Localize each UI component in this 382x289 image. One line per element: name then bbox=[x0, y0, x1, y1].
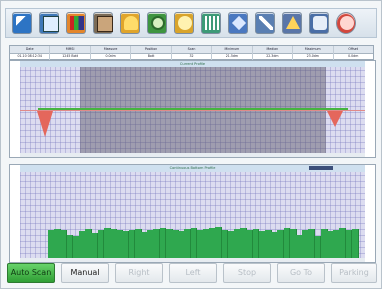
bottom-profile-chart: Continuous Bottom Profile bbox=[9, 164, 376, 263]
diamond-arrow-icon[interactable] bbox=[228, 12, 248, 34]
warning-icon[interactable] bbox=[282, 12, 302, 34]
top-profile-chart: Current Profile bbox=[9, 60, 376, 158]
info-col-offset: Offset bbox=[348, 47, 358, 51]
bottom-chart-bars bbox=[20, 172, 365, 260]
info-val-minimum: 21.5dm bbox=[212, 53, 253, 60]
auto-scan-button[interactable]: Auto Scan bbox=[7, 263, 55, 283]
info-col-minimum: Minimum bbox=[212, 46, 253, 53]
reference-line bbox=[20, 110, 365, 111]
grid-icon[interactable] bbox=[201, 12, 221, 34]
info-col-scan: Scan bbox=[172, 46, 213, 53]
stop-icon[interactable] bbox=[336, 12, 356, 34]
info-col-median: Median bbox=[253, 46, 294, 53]
info-val-median: 22.3dm bbox=[253, 53, 294, 60]
main-toolbar bbox=[5, 8, 377, 38]
info-col-mmsi: MMSI bbox=[50, 46, 91, 53]
left-limit-marker bbox=[37, 111, 53, 137]
bottom-chart-bar bbox=[351, 229, 359, 260]
chart-scroll-indicator[interactable] bbox=[309, 166, 333, 170]
stop-button[interactable]: Stop bbox=[223, 263, 271, 283]
go-to-button[interactable]: Go To bbox=[277, 263, 325, 283]
info-val-offset: 0.0dm bbox=[348, 54, 359, 58]
info-col-position: Position bbox=[131, 46, 172, 53]
bell-icon[interactable] bbox=[120, 12, 140, 34]
top-chart-x-axis bbox=[20, 153, 365, 157]
info-col-maximum: Maximum bbox=[293, 46, 334, 53]
bottom-chart-y-axis-right bbox=[366, 171, 375, 259]
phone-icon[interactable] bbox=[309, 12, 329, 34]
top-chart-plot[interactable] bbox=[20, 67, 365, 155]
info-table: Date MMSI Measure Position Scan Minimum … bbox=[9, 45, 374, 60]
bottom-chart-y-axis bbox=[10, 171, 19, 259]
photo-icon[interactable] bbox=[93, 12, 113, 34]
top-chart-y-axis-right bbox=[366, 67, 375, 155]
parking-button[interactable]: Parking bbox=[331, 263, 377, 283]
info-val-mmsi: 1245 Bott bbox=[50, 53, 91, 60]
info-val-measure: 0.0dm bbox=[91, 53, 132, 60]
control-button-bar: Auto Scan Manual Right Left Stop Go To P… bbox=[7, 263, 379, 285]
tool-icon[interactable] bbox=[255, 12, 275, 34]
info-val-date: 01.10 08:12:34 bbox=[10, 53, 51, 60]
info-col-date: Date bbox=[10, 46, 51, 53]
info-val-maximum: 23.0dm bbox=[293, 53, 334, 60]
leaf-icon[interactable] bbox=[147, 12, 167, 34]
info-col-measure: Measure bbox=[91, 46, 132, 53]
info-table-row: 01.10 08:12:34 1245 Bott 0.0dm Bott 32 2… bbox=[10, 53, 373, 60]
left-button[interactable]: Left bbox=[169, 263, 217, 283]
bottom-chart-x-axis bbox=[20, 258, 365, 262]
chart-icon[interactable] bbox=[66, 12, 86, 34]
monitor-icon[interactable] bbox=[39, 12, 59, 34]
bottom-chart-plot[interactable] bbox=[20, 172, 365, 260]
arrow-icon[interactable] bbox=[12, 12, 32, 34]
info-val-scan: 32 bbox=[172, 53, 213, 60]
scan-window-region bbox=[80, 67, 326, 155]
right-limit-marker bbox=[327, 111, 343, 127]
app-window: Date MMSI Measure Position Scan Minimum … bbox=[0, 0, 382, 289]
profile-trace bbox=[38, 108, 348, 110]
person-icon[interactable] bbox=[174, 12, 194, 34]
manual-button[interactable]: Manual bbox=[61, 263, 109, 283]
right-button[interactable]: Right bbox=[115, 263, 163, 283]
top-chart-y-axis bbox=[10, 67, 19, 155]
info-val-position: Bott bbox=[131, 53, 172, 60]
